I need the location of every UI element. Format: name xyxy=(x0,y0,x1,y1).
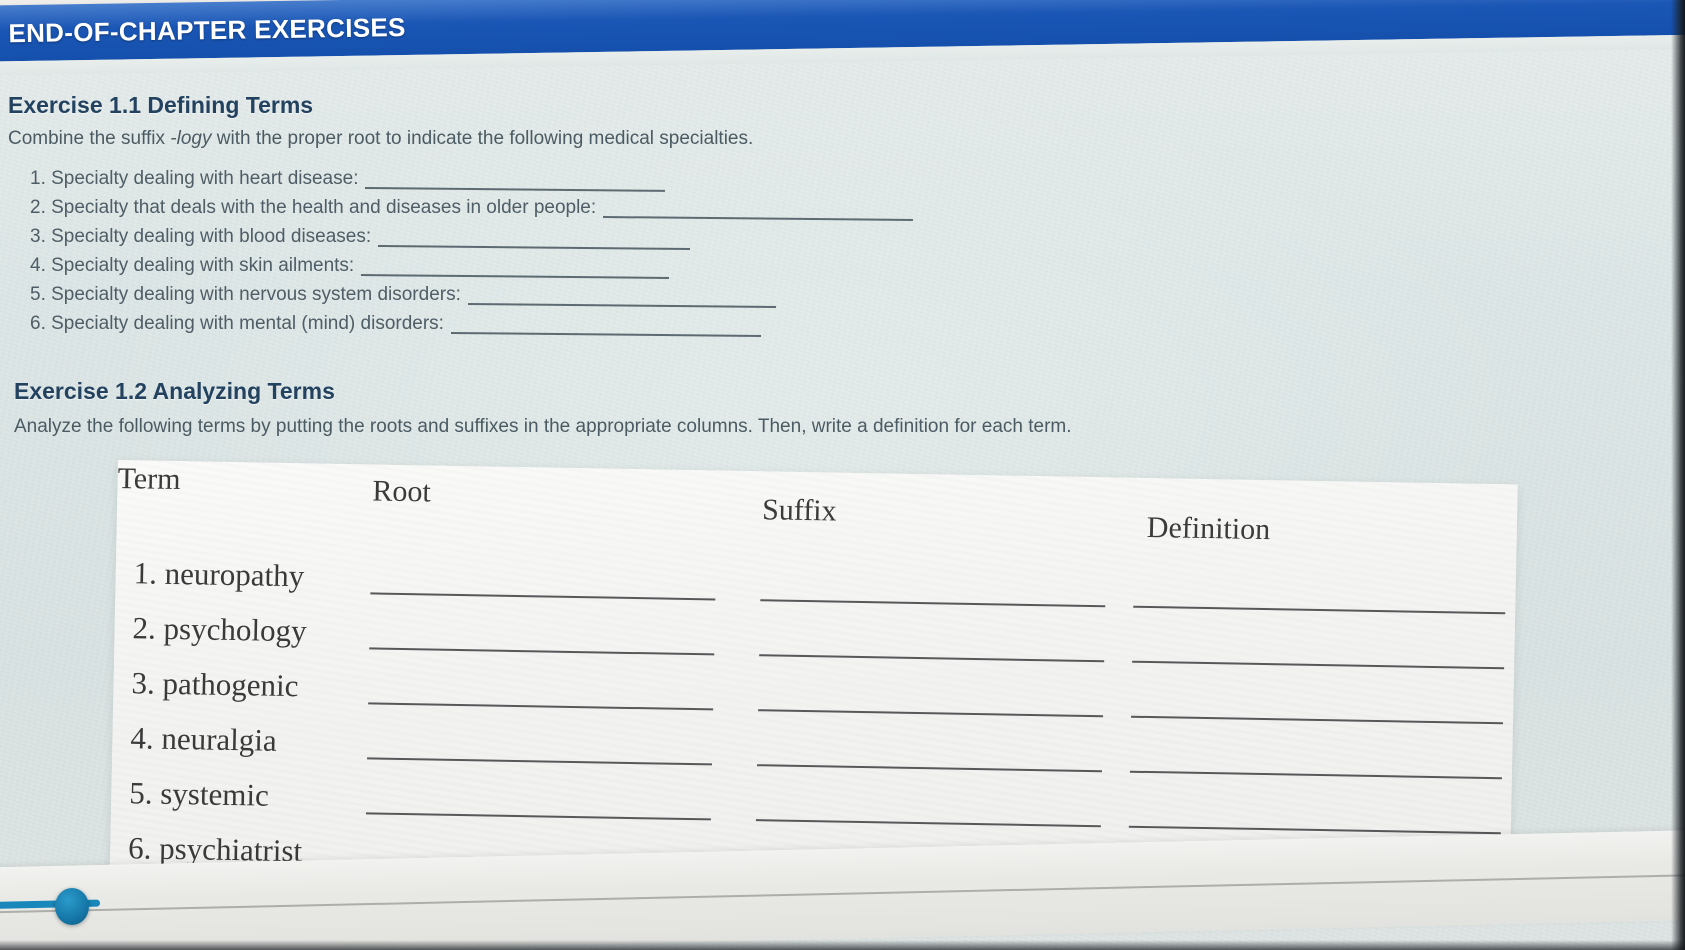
table-header-term: Term xyxy=(117,461,181,497)
table-row: 5. systemic xyxy=(128,775,270,813)
table-header-suffix: Suffix xyxy=(761,493,837,528)
table-header-root: Root xyxy=(372,474,432,509)
table-row: 4. neuralgia xyxy=(130,720,278,758)
exercise-1-1-section: Exercise 1.1 Defining Terms Combine the … xyxy=(8,92,913,335)
exercise-1-1-heading: Exercise 1.1 Defining Terms xyxy=(8,92,314,118)
item-label: 5. Specialty dealing with nervous system… xyxy=(30,284,461,305)
exercise-1-1-item: 5. Specialty dealing with nervous system… xyxy=(8,277,913,306)
table-row: 3. pathogenic xyxy=(131,665,299,704)
table-row: 2. psychology xyxy=(132,610,307,649)
intro-text-before: Combine the suffix xyxy=(8,128,171,149)
exercise-1-1-item: 1. Specialty dealing with heart disease: xyxy=(8,161,913,190)
item-label: 1. Specialty dealing with heart disease: xyxy=(30,168,359,189)
exercise-1-1-question-list: 1. Specialty dealing with heart disease:… xyxy=(8,161,913,335)
answer-blank-line[interactable] xyxy=(378,232,690,248)
exercise-1-1-instructions: Combine the suffix -logy with the proper… xyxy=(8,128,913,150)
answer-blank-line[interactable] xyxy=(451,319,761,335)
textbook-page-photo: END-OF-CHAPTER EXERCISES Exercise 1.1 De… xyxy=(0,0,1685,950)
intro-text-after: with the proper root to indicate the fol… xyxy=(211,128,754,149)
answer-blank-line[interactable] xyxy=(365,174,665,190)
table-header-definition: Definition xyxy=(1146,510,1271,547)
answer-blank-line[interactable] xyxy=(468,290,776,306)
answer-blank-line[interactable] xyxy=(603,203,913,219)
item-label: 6. Specialty dealing with mental (mind) … xyxy=(30,313,444,334)
answer-blank-line[interactable] xyxy=(361,261,669,277)
exercise-1-1-item: 4. Specialty dealing with skin ailments: xyxy=(8,248,913,277)
exercise-1-2-heading: Exercise 1.2 Analyzing Terms xyxy=(14,378,335,404)
photo-right-edge-shadow xyxy=(1671,0,1685,950)
photo-bottom-edge-shadow xyxy=(0,940,1685,950)
exercise-1-1-item: 6. Specialty dealing with mental (mind) … xyxy=(8,306,913,335)
banner-title: END-OF-CHAPTER EXERCISES xyxy=(8,12,406,49)
item-label: 2. Specialty that deals with the health … xyxy=(30,197,597,218)
exercise-1-1-item: 3. Specialty dealing with blood diseases… xyxy=(8,219,913,248)
item-label: 3. Specialty dealing with blood diseases… xyxy=(30,226,372,247)
item-label: 4. Specialty dealing with skin ailments: xyxy=(30,255,355,276)
exercise-1-1-item: 2. Specialty that deals with the health … xyxy=(8,190,913,219)
table-row: 1. neuropathy xyxy=(133,555,305,594)
suffix-logy-italic: -logy xyxy=(170,128,212,149)
exercise-1-2-instructions: Analyze the following terms by putting t… xyxy=(14,416,1072,437)
bottom-slider-knob[interactable] xyxy=(55,888,89,925)
exercise-1-2-section: Exercise 1.2 Analyzing Terms Analyze the… xyxy=(14,378,1072,438)
